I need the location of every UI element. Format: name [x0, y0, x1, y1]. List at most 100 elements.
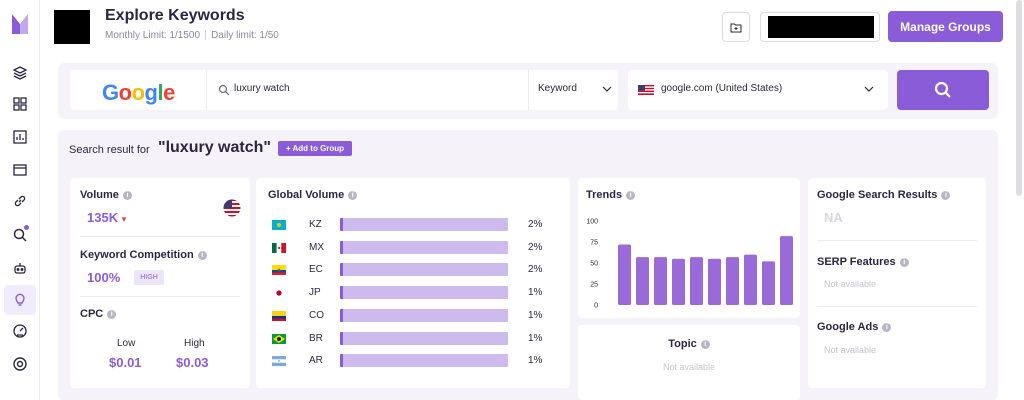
manage-groups-button[interactable]: Manage Groups: [888, 11, 1003, 42]
monthly-limit: Monthly Limit: 1/1500: [105, 30, 201, 41]
scrollbar[interactable]: [1016, 0, 1022, 196]
volume-percent: 2%: [528, 264, 543, 276]
country-code: MX: [309, 241, 324, 253]
trend-bar: [708, 258, 721, 305]
info-icon: i: [122, 191, 132, 200]
cpc-high-label: High: [184, 338, 205, 349]
global-volume-row: CO 1%: [272, 308, 543, 323]
trends-chart: 100 75 50 25 0: [586, 219, 793, 310]
cpc-high-value: $0.03: [176, 355, 209, 370]
search-input[interactable]: luxury watch: [234, 83, 290, 94]
mx-flag-icon: [272, 242, 286, 253]
trend-bar: [672, 258, 685, 305]
chevron-down-icon[interactable]: [864, 85, 874, 93]
page-header: Explore Keywords Monthly Limit: 1/1500 Da…: [40, 0, 1024, 58]
trend-down-icon: ▾: [121, 214, 127, 224]
result-query: "luxury watch": [158, 139, 271, 156]
volume-value: 135K ▾: [87, 210, 127, 225]
ar-flag-icon: [272, 356, 286, 367]
cpc-low-value: $0.01: [109, 355, 142, 370]
country-code: EC: [309, 264, 323, 276]
robot-icon[interactable]: [10, 258, 30, 278]
search-panel: Google luxury watch Keyword google.com (…: [58, 63, 998, 119]
settings-icon[interactable]: [10, 354, 30, 374]
trend-bar: [726, 257, 739, 305]
kz-flag-icon: [272, 220, 286, 230]
global-volume-card: Global Volume i KZ 2% MX 2% EC 2% JP 1% CO 1% BR 1% A…: [256, 178, 570, 388]
bulb-icon[interactable]: [4, 285, 36, 315]
search-icon[interactable]: [10, 225, 30, 245]
browser-icon[interactable]: [10, 160, 30, 180]
volume-bar: [340, 218, 508, 231]
info-icon: i: [941, 191, 951, 200]
result-label: Search result for: [69, 144, 150, 156]
info-icon: i: [899, 258, 909, 267]
volume-percent: 1%: [528, 355, 543, 367]
country-code: BR: [309, 332, 323, 344]
notification-dot: [24, 225, 29, 230]
volume-percent: 1%: [528, 332, 543, 344]
info-icon: i: [348, 191, 358, 200]
search-input-icon: [218, 84, 230, 96]
chevron-down-icon[interactable]: [602, 85, 612, 93]
google-ads-value: Not available: [824, 345, 877, 355]
ec-flag-icon: [272, 265, 286, 276]
page-title: Explore Keywords: [105, 7, 245, 24]
y-tick-label: 0: [594, 303, 598, 310]
folder-plus-icon: [730, 23, 742, 32]
global-volume-label: Global Volume i: [268, 189, 358, 201]
google-logo: Google: [102, 80, 175, 105]
cpc-label: CPC i: [80, 308, 117, 320]
google-results-label: Google Search Results i: [817, 189, 951, 201]
country-code: KZ: [309, 219, 322, 230]
trend-bar: [636, 257, 649, 305]
topic-card: Topic i Not available: [578, 325, 800, 400]
us-flag-icon: [638, 85, 654, 95]
volume-bar: [340, 354, 508, 368]
app-logo[interactable]: [10, 12, 30, 36]
search-button[interactable]: [897, 70, 989, 110]
volume-bar: [340, 263, 508, 277]
volume-percent: 2%: [528, 241, 543, 253]
bar-chart-icon[interactable]: [10, 127, 30, 147]
competition-value: 100%: [87, 270, 121, 285]
volume-card: Volume i 135K ▾ Keyword Competition i 100%…: [70, 178, 250, 388]
global-volume-row: BR 1%: [272, 331, 543, 346]
info-icon: i: [107, 310, 117, 319]
global-volume-row: MX 2%: [272, 240, 543, 255]
keyword-type-select[interactable]: Keyword: [538, 83, 577, 94]
google-results-value: NA: [824, 210, 843, 225]
volume-bar: [340, 308, 508, 322]
y-tick-label: 100: [586, 219, 598, 226]
redacted-account-button[interactable]: [760, 12, 880, 42]
link-icon[interactable]: [10, 191, 30, 211]
volume-bar: [340, 240, 508, 254]
volume-percent: 1%: [528, 309, 543, 321]
gauge-icon[interactable]: [10, 321, 30, 341]
competition-label: Keyword Competition i: [80, 249, 207, 261]
br-flag-icon: [272, 333, 286, 344]
trend-bar: [618, 244, 631, 305]
daily-limit: Daily limit: 1/50: [211, 30, 279, 41]
country-code: AR: [309, 355, 323, 367]
redacted-logo: [54, 10, 90, 44]
jp-flag-icon: [272, 288, 286, 299]
google-ads-label: Google Ads i: [817, 321, 892, 333]
country-select[interactable]: google.com (United States): [628, 70, 888, 110]
results-panel: Search result for "luxury watch" + Add t…: [58, 130, 998, 400]
trend-bar: [780, 236, 793, 305]
trend-bar: [762, 261, 775, 305]
global-volume-row: EC 2%: [272, 263, 542, 277]
layers-icon[interactable]: [10, 63, 30, 83]
serp-card: Google Search Results i NA SERP Features i…: [808, 178, 986, 388]
volume-percent: 2%: [528, 219, 543, 230]
serp-features-label: SERP Features i: [817, 256, 909, 268]
trend-bar: [744, 254, 757, 305]
grid-icon[interactable]: [10, 94, 30, 114]
volume-bar: [340, 286, 508, 300]
save-folder-button[interactable]: [722, 12, 750, 42]
trend-bar: [654, 257, 667, 305]
trends-card: Trends i 100 75 50 25 0: [578, 178, 800, 318]
info-icon: i: [882, 323, 892, 332]
add-to-group-button[interactable]: + Add to Group: [278, 141, 352, 156]
